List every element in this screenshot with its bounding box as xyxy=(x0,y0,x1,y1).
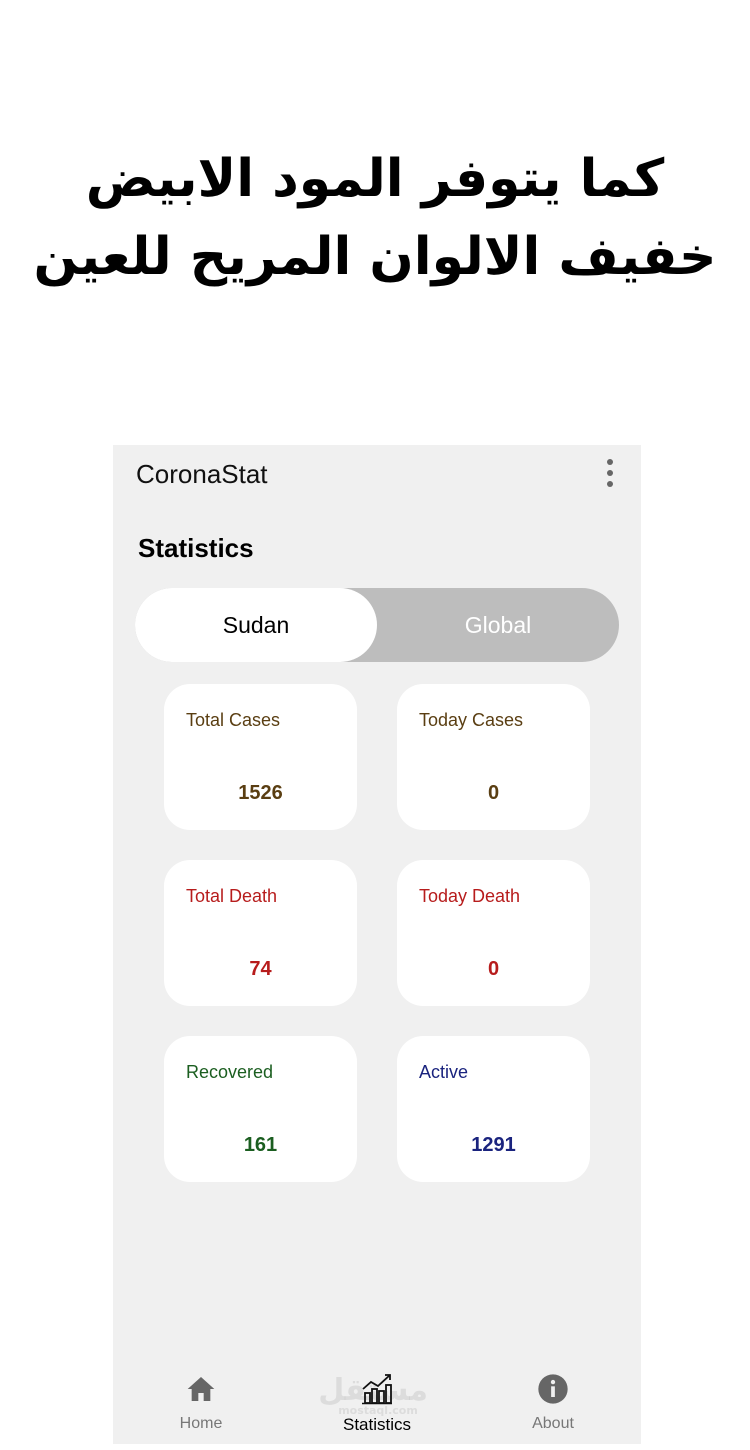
nav-label: About xyxy=(532,1415,574,1432)
toggle-global[interactable]: Global xyxy=(377,588,619,662)
nav-home[interactable]: Home xyxy=(113,1365,289,1444)
info-icon xyxy=(538,1374,568,1404)
card-label: Today Death xyxy=(419,886,521,906)
app-title: CoronaStat xyxy=(136,459,268,489)
chart-icon xyxy=(362,1374,392,1405)
nav-label: Statistics xyxy=(342,1415,412,1434)
page-title: Statistics xyxy=(138,533,254,563)
card-recovered: Recovered 161 xyxy=(164,1036,357,1182)
card-total-death: Total Death 74 xyxy=(164,860,357,1006)
card-today-death: Today Death 0 xyxy=(397,860,590,1006)
card-total-cases: Total Cases 1526 xyxy=(164,684,357,830)
bottom-navigation: Home Statistics About xyxy=(113,1365,641,1444)
card-value: 161 xyxy=(243,1134,278,1156)
more-vert-icon[interactable] xyxy=(605,459,615,487)
region-toggle: Sudan Global xyxy=(135,588,619,662)
card-label: Today Cases xyxy=(419,710,524,730)
card-label: Total Cases xyxy=(186,710,281,730)
card-value: 74 xyxy=(249,958,272,980)
promo-caption: كما يتوفر المود الابيض خفيف الالوان المر… xyxy=(0,140,750,296)
card-active: Active 1291 xyxy=(397,1036,590,1182)
card-value: 1526 xyxy=(238,782,283,804)
card-label: Total Death xyxy=(186,886,278,906)
card-value: 1291 xyxy=(471,1134,516,1156)
card-today-cases: Today Cases 0 xyxy=(397,684,590,830)
phone-screen: CoronaStat Statistics Sudan Global Total… xyxy=(113,445,641,1444)
card-label: Active xyxy=(419,1062,469,1082)
promo-line-1: كما يتوفر المود الابيض xyxy=(85,149,665,209)
nav-label: Home xyxy=(179,1415,223,1432)
card-label: Recovered xyxy=(186,1062,274,1082)
promo-line-2: خفيف الالوان المريح للعين xyxy=(33,227,717,287)
card-value: 0 xyxy=(487,782,500,804)
toggle-sudan[interactable]: Sudan xyxy=(135,588,377,662)
nav-statistics[interactable]: Statistics xyxy=(289,1365,465,1444)
home-icon xyxy=(187,1377,215,1401)
card-value: 0 xyxy=(487,958,500,980)
nav-about[interactable]: About xyxy=(465,1365,641,1444)
